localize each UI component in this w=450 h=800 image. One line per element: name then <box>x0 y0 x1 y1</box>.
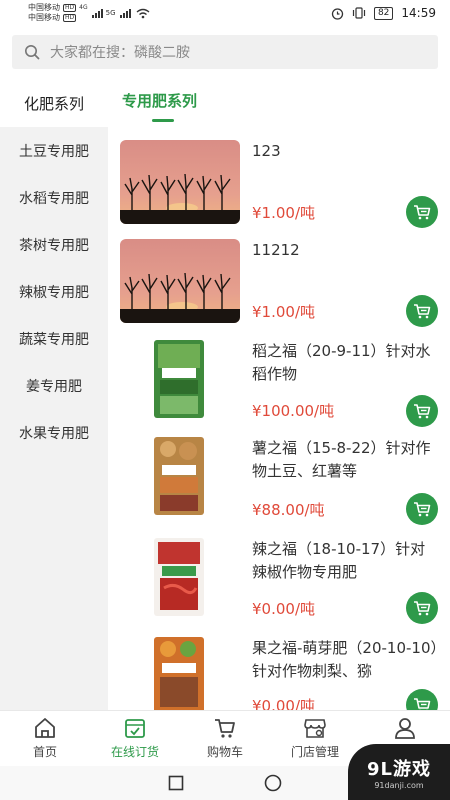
vibrate-icon <box>352 7 366 19</box>
status-bar: 中国移动 HD 4G 中国移动 HD 5G 82 14:59 <box>0 0 450 26</box>
add-to-cart-button[interactable] <box>406 493 438 525</box>
product-name: 果之福-萌芽肥（20-10-10）针对作物刺梨、猕 <box>252 639 438 680</box>
fertilizer-bag-image <box>154 437 204 515</box>
hd-badge-1: HD <box>63 4 77 12</box>
product-name: 稻之福（20-9-11）针对水稻作物 <box>252 342 431 383</box>
home-circle-icon[interactable] <box>264 774 282 792</box>
hd-badge-2: HD <box>63 14 77 22</box>
product-price: ¥0.00/吨 <box>252 697 315 710</box>
network-type-1: 4G <box>79 4 88 11</box>
store-icon <box>304 719 326 738</box>
signal-icon-2 <box>119 8 131 18</box>
wifi-icon <box>136 8 149 18</box>
cart-icon <box>414 601 431 616</box>
product-price: ¥1.00/吨 <box>252 303 315 321</box>
search-bar[interactable]: 大家都在搜：磷酸二胺 <box>12 35 438 69</box>
clock: 14:59 <box>401 6 436 20</box>
category-item-pepper[interactable]: 辣椒专用肥 <box>0 268 108 315</box>
home-icon <box>35 718 55 738</box>
nav-item-store[interactable]: 门店管理 <box>270 711 360 766</box>
category-item-vegetable[interactable]: 蔬菜专用肥 <box>0 315 108 362</box>
cart-icon <box>414 404 431 419</box>
tab-indicator <box>152 119 174 122</box>
watermark-main: 9L游戏 <box>367 758 431 780</box>
carrier-2-label: 中国移动 <box>28 13 60 22</box>
order-icon <box>125 719 145 738</box>
product-name: 薯之福（15-8-22）针对作物土豆、红薯等 <box>252 439 431 480</box>
product-price: ¥100.00/吨 <box>252 402 335 420</box>
add-to-cart-button[interactable] <box>406 592 438 624</box>
category-item-rice[interactable]: 水稻专用肥 <box>0 174 108 221</box>
product-price: ¥1.00/吨 <box>252 204 315 222</box>
category-item-potato[interactable]: 土豆专用肥 <box>0 127 108 174</box>
category-item-fertilizer-series[interactable]: 化肥系列 <box>0 80 108 127</box>
category-sidebar: 化肥系列 土豆专用肥 水稻专用肥 茶树专用肥 辣椒专用肥 蔬菜专用肥 姜专用肥 … <box>0 80 108 710</box>
category-item-fruit[interactable]: 水果专用肥 <box>0 409 108 456</box>
cart-icon <box>215 719 235 738</box>
product-item[interactable]: 辣之福（18-10-17）针对辣椒作物专用肥 ¥0.00/吨 <box>120 538 450 628</box>
product-item[interactable]: 果之福-萌芽肥（20-10-10）针对作物刺梨、猕 ¥0.00/吨 <box>120 637 450 710</box>
cart-icon <box>414 698 431 710</box>
category-item-ginger[interactable]: 姜专用肥 <box>0 362 108 409</box>
alarm-icon <box>331 7 344 20</box>
recents-icon[interactable] <box>168 775 184 791</box>
nav-item-cart[interactable]: 购物车 <box>180 711 270 766</box>
watermark-sub: 91danji.com <box>374 780 424 790</box>
cart-icon <box>414 304 431 319</box>
fertilizer-bag-image <box>154 538 204 616</box>
carrier-info: 中国移动 HD 4G 中国移动 HD <box>28 3 88 23</box>
product-name: 123 <box>252 142 281 160</box>
signal-icon <box>91 8 103 18</box>
product-name: 辣之福（18-10-17）针对辣椒作物专用肥 <box>252 540 426 581</box>
fertilizer-bag-image <box>154 637 204 710</box>
product-item[interactable]: 稻之福（20-9-11）针对水稻作物 ¥100.00/吨 <box>120 340 450 430</box>
search-icon <box>25 45 40 60</box>
battery-indicator: 82 <box>373 6 394 20</box>
nav-item-order[interactable]: 在线订货 <box>90 711 180 766</box>
add-to-cart-button[interactable] <box>406 295 438 327</box>
product-item[interactable]: 11212 ¥1.00/吨 <box>120 239 450 329</box>
cart-icon <box>414 205 431 220</box>
tab-special-fertilizer[interactable]: 专用肥系列 <box>122 90 197 111</box>
product-name: 11212 <box>252 241 300 259</box>
product-item[interactable]: 薯之福（15-8-22）针对作物土豆、红薯等 ¥88.00/吨 <box>120 437 450 527</box>
product-price: ¥88.00/吨 <box>252 501 325 519</box>
network-type-2: 5G <box>105 9 116 17</box>
tree-sunset-image <box>120 239 240 323</box>
user-icon <box>395 718 415 739</box>
fertilizer-bag-image <box>154 340 204 418</box>
product-price: ¥0.00/吨 <box>252 600 315 618</box>
add-to-cart-button[interactable] <box>406 689 438 710</box>
nav-label-store: 门店管理 <box>290 745 339 759</box>
carrier-1-label: 中国移动 <box>28 3 60 12</box>
search-placeholder: 大家都在搜：磷酸二胺 <box>50 45 190 61</box>
tree-sunset-image <box>120 140 240 224</box>
nav-label-order: 在线订货 <box>110 745 159 759</box>
category-item-tea[interactable]: 茶树专用肥 <box>0 221 108 268</box>
add-to-cart-button[interactable] <box>406 395 438 427</box>
nav-item-home[interactable]: 首页 <box>0 711 90 766</box>
watermark-logo: 9L游戏 91danji.com <box>348 744 450 800</box>
nav-label-cart: 购物车 <box>206 745 243 759</box>
product-item[interactable]: 123 ¥1.00/吨 <box>120 140 450 230</box>
nav-label-home: 首页 <box>32 745 57 759</box>
add-to-cart-button[interactable] <box>406 196 438 228</box>
cart-icon <box>414 502 431 517</box>
